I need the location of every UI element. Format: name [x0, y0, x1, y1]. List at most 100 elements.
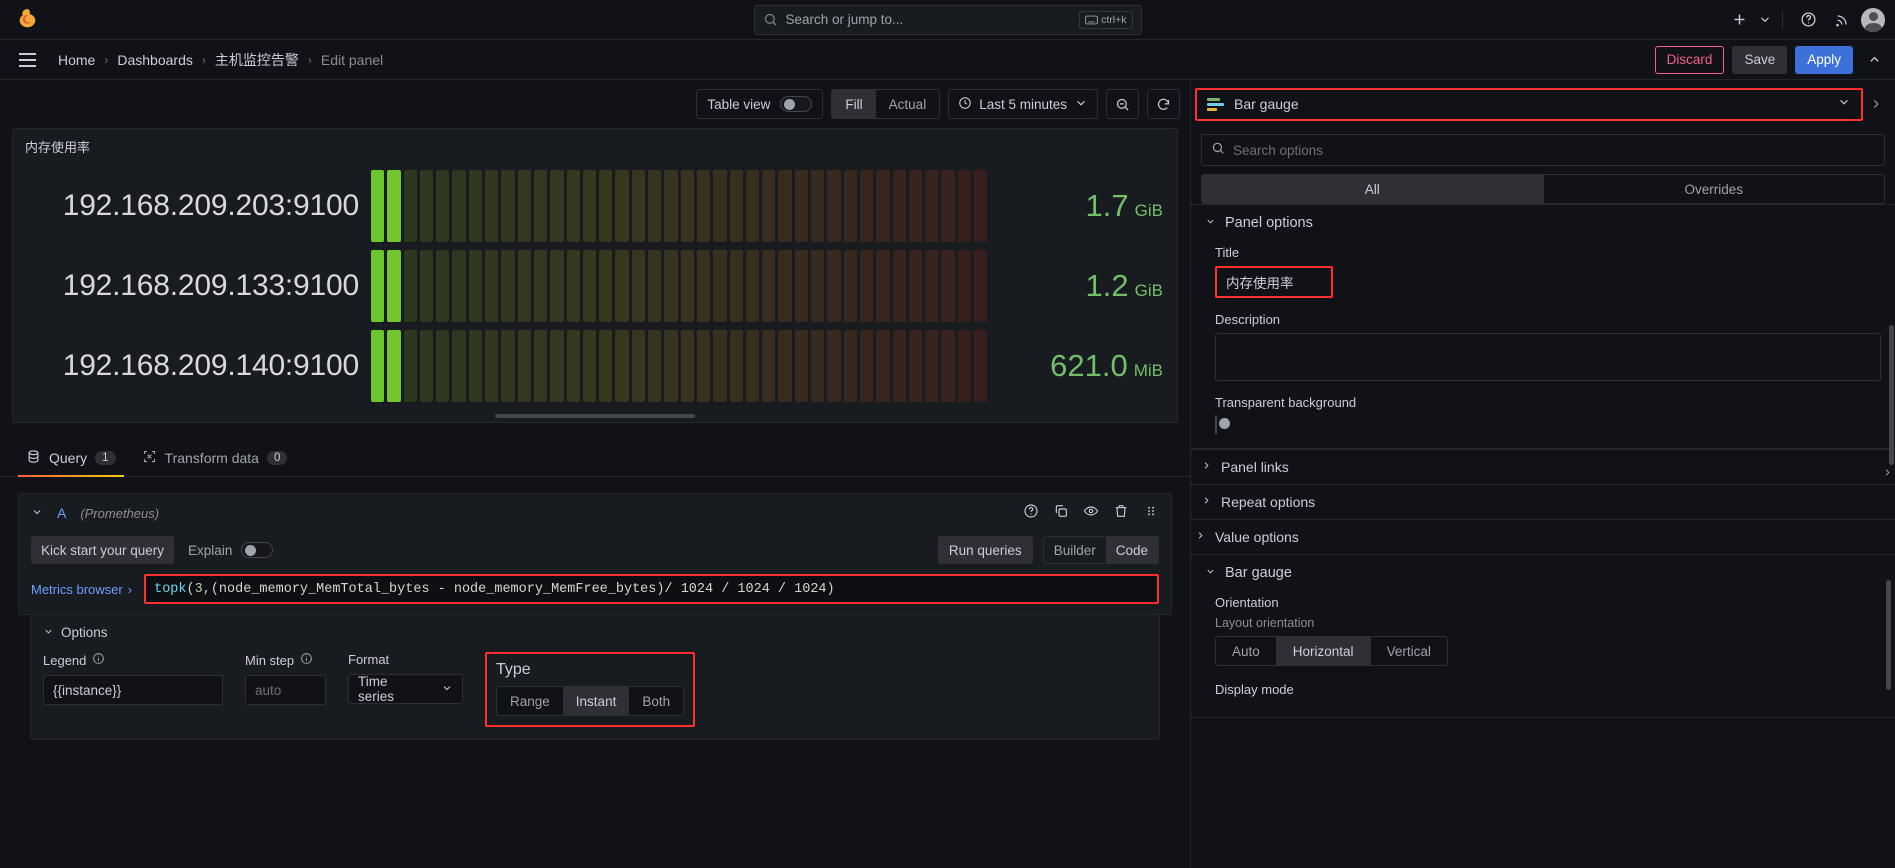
panel-fit-segment: Fill Actual	[831, 89, 941, 119]
bar-gauge-value-unit: GiB	[1134, 281, 1163, 300]
fit-option-fill[interactable]: Fill	[832, 90, 876, 118]
bar-gauge-cell	[566, 170, 580, 242]
run-queries-button[interactable]: Run queries	[937, 536, 1033, 564]
top-navigation-bar: Search or jump to... ctrl+k	[0, 0, 1895, 40]
eye-icon[interactable]	[1083, 503, 1099, 524]
news-rss-icon[interactable]	[1827, 5, 1857, 35]
bar-gauge-cell	[794, 250, 809, 322]
panel-options-header[interactable]: Panel options	[1205, 215, 1881, 231]
chevron-up-icon[interactable]	[1861, 52, 1887, 67]
chevron-down-icon[interactable]	[1837, 95, 1851, 114]
fit-option-actual[interactable]: Actual	[876, 90, 940, 118]
legend-field: Legend {{instance}}	[43, 652, 223, 705]
type-option-instant[interactable]: Instant	[562, 687, 630, 715]
repeat-options-row[interactable]: Repeat options	[1191, 484, 1895, 519]
bar-gauge-cell	[599, 330, 613, 402]
bar-gauge-cell	[501, 170, 515, 242]
bar-gauge-cell	[827, 250, 841, 322]
trash-icon[interactable]	[1113, 503, 1129, 524]
bar-gauge-cell	[648, 250, 662, 322]
orientation-vertical[interactable]: Vertical	[1370, 636, 1448, 666]
min-step-label-wrap: Min step	[245, 652, 326, 668]
help-circle-icon[interactable]	[1023, 503, 1039, 524]
kick-start-query-button[interactable]: Kick start your query	[31, 536, 175, 564]
breadcrumb-item-dashboards[interactable]: Dashboards	[115, 52, 195, 68]
query-options-header[interactable]: Options	[43, 625, 1147, 640]
query-editor-body: A (Prometheus) Kick start your query Exp…	[0, 477, 1891, 868]
bar-gauge-cell	[403, 250, 417, 322]
bar-gauge-cell	[419, 170, 434, 242]
table-view-toggle[interactable]: Table view	[696, 89, 824, 119]
info-circle-icon[interactable]	[92, 652, 105, 668]
visualization-picker[interactable]: Bar gauge	[1195, 87, 1863, 121]
bar-gauge-panel[interactable]: 内存使用率 192.168.209.203:9100 1.7 GiB 192.168.…	[12, 128, 1178, 423]
global-search-input[interactable]: Search or jump to... ctrl+k	[753, 4, 1142, 35]
breadcrumb-item-dashboard-name[interactable]: 主机监控告警	[213, 50, 301, 70]
chevron-down-icon	[1074, 96, 1088, 113]
format-select[interactable]: Time series	[348, 674, 463, 704]
tab-all-options[interactable]: All	[1201, 174, 1544, 204]
expr-token-tail: / 1024 / 1024 / 1024)	[664, 581, 835, 597]
bar-gauge-value: 621.0 MiB	[999, 348, 1167, 384]
bar-gauge-cell	[696, 250, 711, 322]
refresh-icon[interactable]	[1147, 89, 1180, 119]
user-avatar[interactable]	[1861, 7, 1885, 32]
chevron-down-icon[interactable]	[31, 506, 43, 521]
zoom-out-icon[interactable]	[1106, 89, 1139, 119]
panel-title-input[interactable]: 内存使用率	[1215, 266, 1333, 298]
query-mode-code[interactable]: Code	[1105, 537, 1158, 563]
bar-gauge-cell	[550, 170, 564, 242]
table-view-switch[interactable]	[780, 96, 813, 112]
panel-description-textarea[interactable]	[1215, 333, 1881, 381]
legend-input[interactable]: {{instance}}	[43, 675, 223, 705]
type-option-both[interactable]: Both	[629, 687, 683, 715]
options-search-input[interactable]: Search options	[1201, 134, 1885, 166]
bar-gauge-cell	[485, 330, 499, 402]
grafana-logo-icon[interactable]	[0, 7, 54, 32]
save-button[interactable]: Save	[1732, 45, 1788, 74]
panel-horizontal-scrollbar[interactable]	[495, 414, 695, 418]
bar-gauge-cell	[468, 250, 483, 322]
value-options-row[interactable]: Value options	[1191, 519, 1895, 554]
options-pane-collapse-icon[interactable]	[1863, 97, 1889, 111]
explain-switch[interactable]	[241, 542, 274, 558]
hamburger-menu-icon[interactable]	[12, 45, 42, 75]
explain-toggle[interactable]: Explain	[188, 542, 274, 558]
breadcrumb-item-home[interactable]: Home	[56, 52, 97, 68]
time-range-picker[interactable]: Last 5 minutes	[948, 89, 1098, 119]
query-options-box: Options Legend {{instance}} Min step aut…	[30, 615, 1160, 740]
chevron-right-icon	[1201, 495, 1211, 509]
bar-gauge-cell	[631, 250, 646, 322]
tab-overrides[interactable]: Overrides	[1543, 174, 1885, 204]
tab-query[interactable]: Query 1	[18, 449, 124, 477]
repeat-options-label: Repeat options	[1221, 494, 1316, 510]
discard-button[interactable]: Discard	[1654, 45, 1725, 74]
bar-gauge-cell	[582, 250, 597, 322]
metrics-browser-button[interactable]: Metrics browser ›	[31, 574, 144, 604]
options-pane-scrollbar[interactable]	[1889, 325, 1894, 465]
bar-gauge-cell	[713, 170, 727, 242]
apply-button[interactable]: Apply	[1795, 45, 1853, 74]
options-pane-edge-chevron-icon[interactable]	[1882, 467, 1893, 481]
type-option-range[interactable]: Range	[497, 687, 563, 715]
info-circle-icon[interactable]	[300, 652, 313, 668]
query-mode-builder[interactable]: Builder	[1044, 537, 1106, 563]
min-step-input[interactable]: auto	[245, 675, 326, 705]
help-circle-icon[interactable]	[1793, 5, 1823, 35]
add-new-button[interactable]	[1724, 5, 1754, 35]
promql-expression-input[interactable]: topk(3, (node_memory_MemTotal_bytes - nod…	[144, 574, 1159, 604]
bar-gauge-cell	[794, 330, 809, 402]
bar-gauge-cell	[941, 170, 955, 242]
database-icon	[26, 449, 41, 467]
drag-handle-icon[interactable]	[1143, 503, 1159, 524]
transparent-background-switch[interactable]	[1215, 415, 1230, 434]
chevron-down-icon[interactable]	[1758, 5, 1772, 35]
orientation-auto[interactable]: Auto	[1215, 636, 1277, 666]
orientation-horizontal[interactable]: Horizontal	[1276, 636, 1371, 666]
tab-transform-data[interactable]: Transform data 0	[134, 449, 296, 476]
query-ref-id[interactable]: A	[57, 505, 66, 521]
copy-icon[interactable]	[1053, 503, 1069, 524]
bar-gauge-label: Bar gauge	[1225, 565, 1292, 581]
bar-gauge-header[interactable]: Bar gauge	[1205, 565, 1881, 581]
panel-links-row[interactable]: Panel links	[1191, 449, 1895, 484]
